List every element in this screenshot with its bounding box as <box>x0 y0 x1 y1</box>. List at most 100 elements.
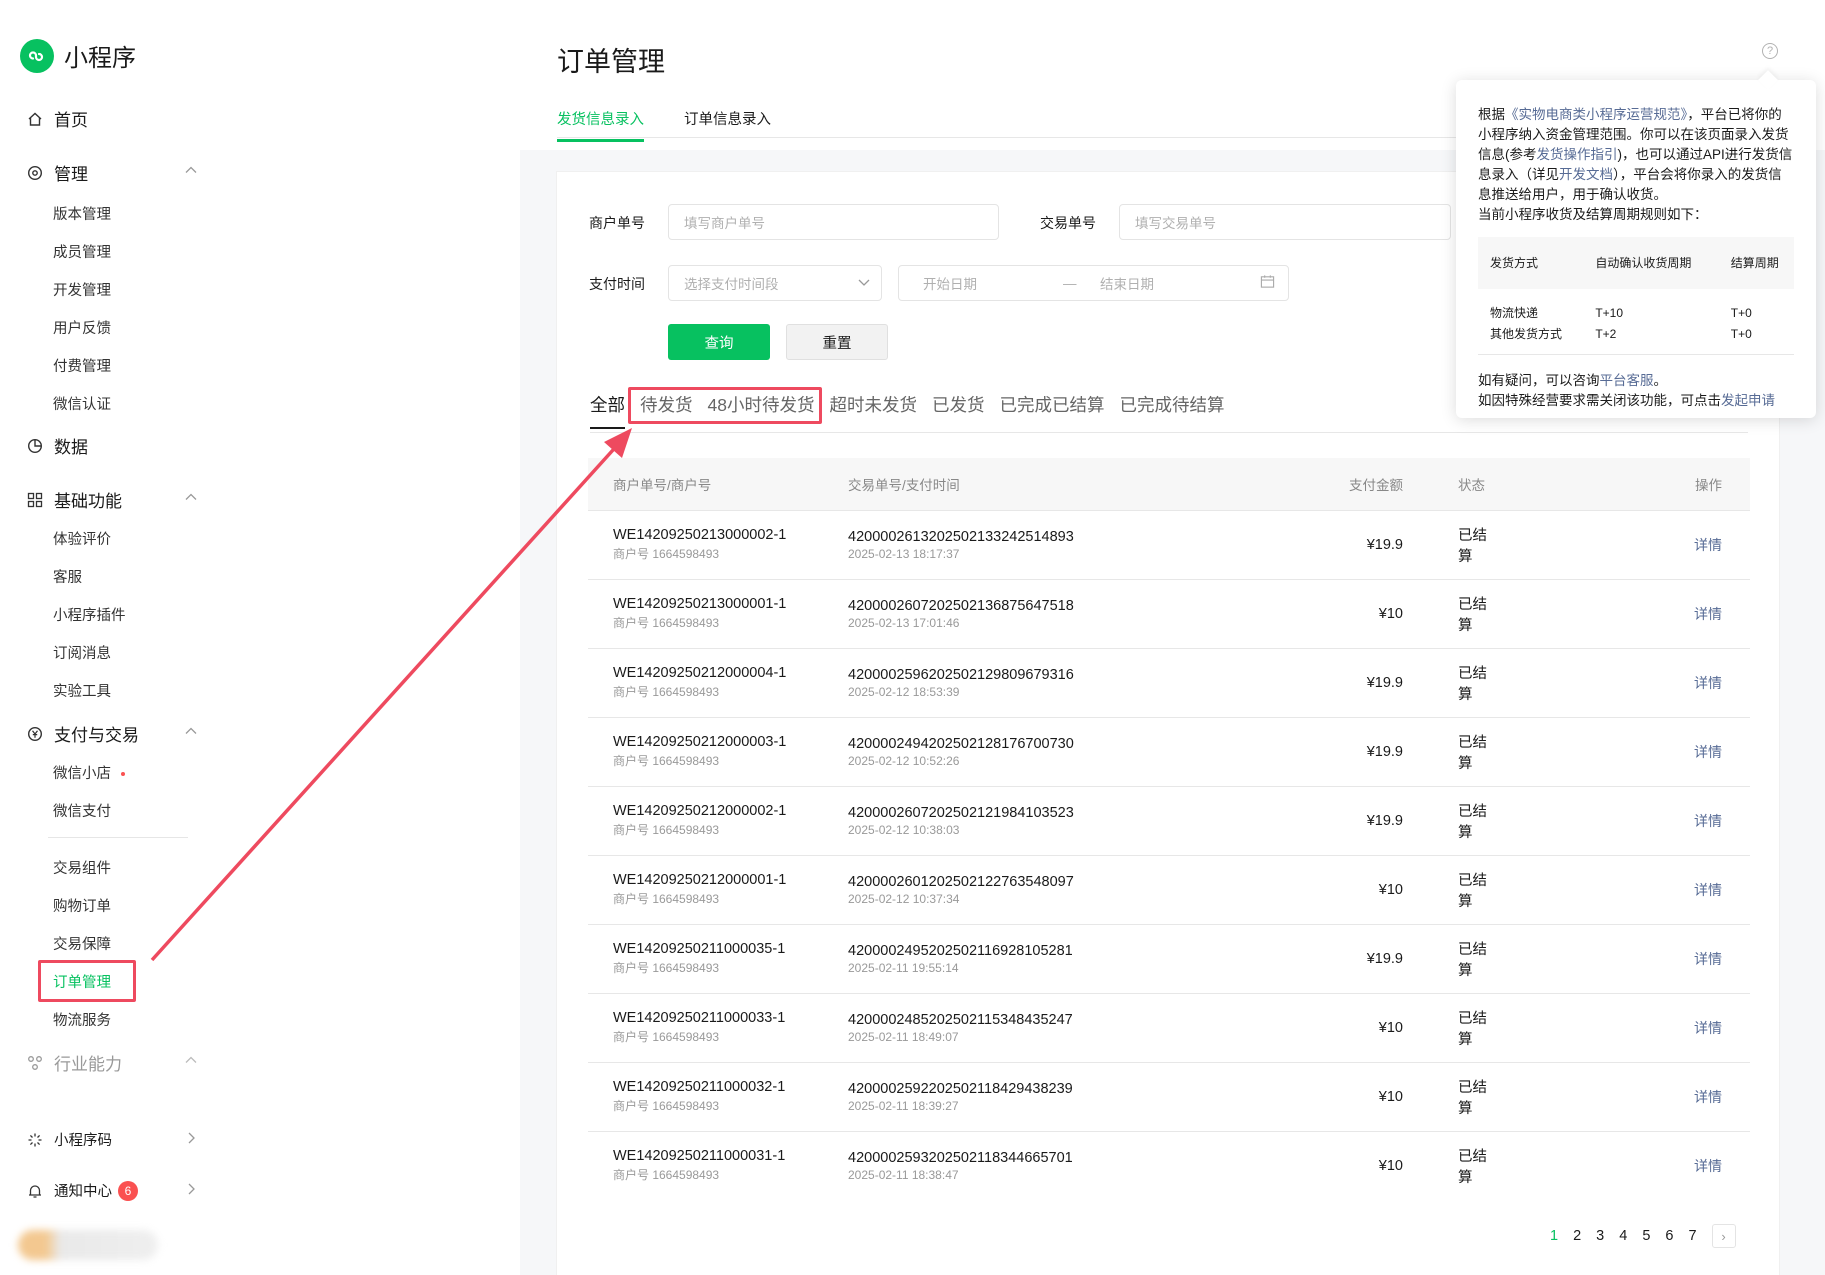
help-popover: 根据《实物电商类小程序运营规范》，平台已将你的小程序纳入资金管理范围。你可以在该… <box>1456 70 1816 418</box>
table-row: WE14209250212000004-1 商户号 1664598493 42000… <box>588 647 1750 717</box>
page-1[interactable]: 1 <box>1550 1228 1558 1244</box>
detail-link[interactable]: 详情 <box>1694 537 1722 553</box>
merchant-input[interactable]: 填写商户单号 <box>668 204 999 240</box>
page-3[interactable]: 3 <box>1596 1228 1604 1244</box>
user-account-blurred[interactable] <box>18 1230 158 1260</box>
page-5[interactable]: 5 <box>1642 1228 1650 1244</box>
sidebar-item-wxpay[interactable]: 微信支付 <box>53 800 111 821</box>
detail-link[interactable]: 详情 <box>1694 1158 1722 1174</box>
sidebar-group-pay[interactable]: 支付与交易 <box>26 721 198 746</box>
qrcode-icon <box>26 1131 44 1149</box>
apply-link[interactable]: 发起申请 <box>1721 393 1775 408</box>
rules-cell: T+10 <box>1595 305 1624 320</box>
end-date[interactable]: 结束日期 <box>1100 273 1260 293</box>
devdoc-link[interactable]: 开发文档 <box>1559 167 1613 182</box>
action-cell: 详情 <box>1493 716 1750 786</box>
table-row: WE14209250211000031-1 商户号 1664598493 42000… <box>588 1130 1750 1200</box>
next-page-button[interactable]: › <box>1711 1224 1736 1248</box>
status-tab-all[interactable]: 全部 <box>590 392 625 429</box>
sidebar-item-logistics[interactable]: 物流服务 <box>53 1009 111 1030</box>
detail-link[interactable]: 详情 <box>1694 1020 1722 1036</box>
page-6[interactable]: 6 <box>1665 1228 1673 1244</box>
date-separator: — <box>1063 275 1077 291</box>
query-button[interactable]: 查询 <box>668 324 770 360</box>
sidebar-item-wxshop[interactable]: 微信小店 <box>53 762 125 783</box>
detail-link[interactable]: 详情 <box>1694 1089 1722 1105</box>
sidebar-item-label: 微信小店 <box>53 766 111 782</box>
detail-link[interactable]: 详情 <box>1694 744 1722 760</box>
status-tab-highlight-box <box>628 387 822 424</box>
status-cell: 已结算 <box>1403 1061 1493 1131</box>
status-tab-shipped[interactable]: 已发货 <box>932 392 985 417</box>
tab-order-entry[interactable]: 订单信息录入 <box>684 108 771 139</box>
action-cell: 详情 <box>1493 647 1750 717</box>
sidebar-item-trade-guarantee[interactable]: 交易保障 <box>53 933 111 954</box>
trade-cell: 4200002607202502121984103523 2025-02-12 1… <box>848 785 1228 855</box>
status-tab-overdue[interactable]: 超时未发货 <box>829 392 917 417</box>
start-date[interactable]: 开始日期 <box>923 273 1063 293</box>
sidebar-item-plugins[interactable]: 小程序插件 <box>53 604 126 625</box>
guide-link[interactable]: 发货操作指引 <box>1537 147 1618 162</box>
status-cell: 已结算 <box>1403 647 1493 717</box>
action-cell: 详情 <box>1493 509 1750 579</box>
sidebar-item-members[interactable]: 成员管理 <box>53 241 111 262</box>
date-range-picker[interactable]: 开始日期 — 结束日期 <box>898 265 1289 301</box>
detail-link[interactable]: 详情 <box>1694 813 1722 829</box>
status-cell: 已结算 <box>1403 716 1493 786</box>
chevron-up-icon <box>184 1052 198 1072</box>
sidebar-item-billing[interactable]: 付费管理 <box>53 355 111 376</box>
detail-link[interactable]: 详情 <box>1694 882 1722 898</box>
sidebar-item-notify[interactable]: 通知中心 6 <box>26 1180 198 1201</box>
pay-time: 2025-02-11 18:49:07 <box>848 1029 959 1044</box>
chevron-up-icon <box>184 723 198 743</box>
sidebar-item-home[interactable]: 首页 <box>26 106 198 131</box>
reset-button[interactable]: 重置 <box>786 324 888 360</box>
status-cell: 已结算 <box>1403 1130 1493 1200</box>
sidebar-group-manage[interactable]: 管理 <box>26 160 198 185</box>
chevron-right-icon: › <box>1721 1228 1726 1244</box>
status-tab-settled[interactable]: 已完成已结算 <box>999 392 1104 417</box>
help-icon[interactable]: ? <box>1762 43 1778 59</box>
detail-link[interactable]: 详情 <box>1694 951 1722 967</box>
col-trade: 交易单号/支付时间 <box>848 477 960 493</box>
sidebar-item-version[interactable]: 版本管理 <box>53 203 111 224</box>
miniprogram-logo-icon <box>20 38 54 73</box>
sidebar-item-shopping-orders[interactable]: 购物订单 <box>53 895 111 916</box>
brand[interactable]: 小程序 <box>20 38 136 73</box>
status-tab-to-settle[interactable]: 已完成待结算 <box>1119 392 1224 417</box>
merchant-id: 商户号 1664598493 <box>613 823 720 837</box>
trade-cell: 4200002494202502128176700730 2025-02-12 1… <box>848 716 1228 786</box>
sidebar-item-verify[interactable]: 微信认证 <box>53 393 111 414</box>
sidebar-item-lab[interactable]: 实验工具 <box>53 680 111 701</box>
paytime-select[interactable]: 选择支付时间段 <box>668 265 882 301</box>
sidebar-item-data[interactable]: 数据 <box>26 433 198 458</box>
sidebar-item-review[interactable]: 体验评价 <box>53 528 111 549</box>
popover-text: 根据 <box>1478 107 1505 122</box>
detail-link[interactable]: 详情 <box>1694 675 1722 691</box>
sidebar-item-feedback[interactable]: 用户反馈 <box>53 317 111 338</box>
sidebar-item-label: 通知中心 <box>54 1184 112 1200</box>
page-7[interactable]: 7 <box>1688 1228 1696 1244</box>
sidebar-item-service[interactable]: 客服 <box>53 566 82 587</box>
sidebar-item-subscribe[interactable]: 订阅消息 <box>53 642 111 663</box>
sidebar-group-industry[interactable]: 行业能力 <box>26 1050 198 1075</box>
table-row: WE14209250212000002-1 商户号 1664598493 42000… <box>588 785 1750 855</box>
tab-shipping-entry[interactable]: 发货信息录入 <box>557 108 644 142</box>
page-4[interactable]: 4 <box>1619 1228 1627 1244</box>
merchant-id: 商户号 1664598493 <box>613 1168 720 1183</box>
sidebar-item-trade-component[interactable]: 交易组件 <box>53 857 111 878</box>
detail-link[interactable]: 详情 <box>1694 606 1722 622</box>
pay-time: 2025-02-12 10:37:34 <box>848 891 960 906</box>
status-cell: 已结算 <box>1403 992 1493 1062</box>
support-link[interactable]: 平台客服 <box>1600 373 1654 388</box>
sidebar-item-dev[interactable]: 开发管理 <box>53 279 111 300</box>
rules-cell: 其他发货方式 <box>1490 327 1563 341</box>
rules-link[interactable]: 《实物电商类小程序运营规范》 <box>1505 107 1687 122</box>
page-title: 订单管理 <box>557 47 665 77</box>
sidebar-group-basic[interactable]: 基础功能 <box>26 487 198 512</box>
page-2[interactable]: 2 <box>1573 1228 1581 1244</box>
sidebar-item-label: 管理 <box>54 165 88 184</box>
trade-input[interactable]: 填写交易单号 <box>1119 204 1451 240</box>
notify-badge: 6 <box>118 1180 138 1201</box>
sidebar-item-qrcode[interactable]: 小程序码 <box>26 1129 198 1150</box>
